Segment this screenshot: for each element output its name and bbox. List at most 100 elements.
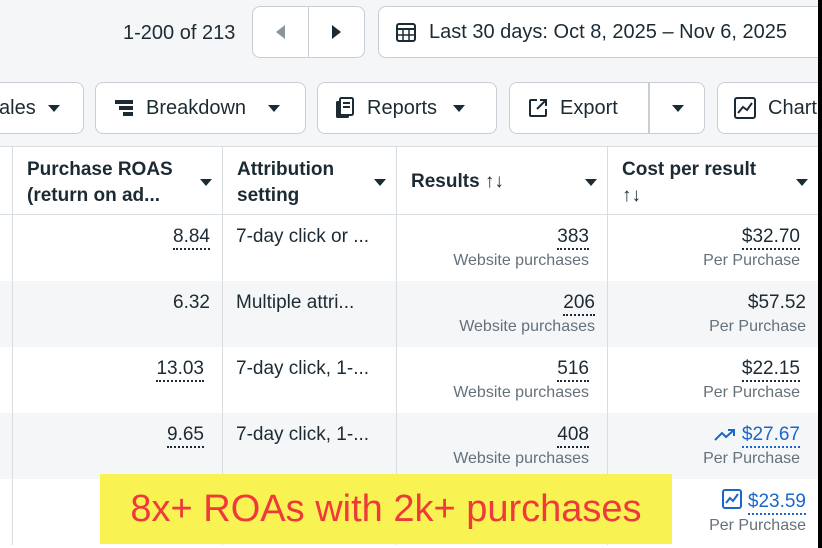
next-page-button[interactable]	[308, 6, 365, 58]
results-cell: 408 Website purchases	[397, 413, 608, 479]
table-row[interactable]: 13.03 7-day click, 1-... 516 Website pur…	[0, 347, 818, 413]
results-cell: 516 Website purchases	[397, 347, 608, 413]
roas-value: 6.32	[173, 292, 210, 313]
date-range-label: Last 30 days: Oct 8, 2025 – Nov 6, 2025	[429, 20, 788, 43]
attribution-cell: 7-day click, 1-...	[223, 347, 397, 413]
chart-line-icon	[721, 489, 742, 509]
export-options-caret-icon[interactable]	[672, 105, 684, 112]
cost-type: Per Purchase	[703, 450, 800, 467]
caret-down-icon[interactable]	[585, 179, 597, 186]
ads-manager-view: 1-200 of 213 Last 30 days: Oct 8, 2025 –…	[0, 0, 818, 548]
chevron-left-icon	[276, 25, 285, 39]
attribution-cell: Multiple attri...	[223, 281, 397, 347]
attribution-value: 7-day click or ...	[236, 226, 370, 247]
cost-type: Per Purchase	[703, 252, 800, 269]
caret-down-icon	[47, 104, 60, 112]
roas-cell: 8.84	[13, 215, 223, 281]
attribution-value: 7-day click, 1-...	[236, 424, 370, 445]
table-row[interactable]: 6.32 Multiple attri... 206 Website purch…	[0, 281, 818, 347]
attribution-cell: 7-day click or ...	[223, 215, 397, 281]
sort-icon: ↑↓	[622, 185, 641, 206]
export-label: Export	[560, 96, 618, 119]
header-label: Purchase ROAS	[27, 159, 173, 180]
roas-value[interactable]: 13.03	[156, 358, 204, 382]
results-type: Website purchases	[453, 252, 589, 269]
attribution-value: Multiple attri...	[236, 292, 355, 313]
cost-cell: $57.52 Per Purchase	[608, 281, 818, 347]
cost-value[interactable]: $27.67	[741, 424, 800, 448]
header-cell-previous	[0, 147, 13, 215]
date-range-picker[interactable]: Last 30 days: Oct 8, 2025 – Nov 6, 2025	[378, 6, 818, 58]
row-cell	[0, 215, 13, 281]
cost-value[interactable]: $23.59	[747, 491, 806, 515]
cost-type: Per Purchase	[709, 318, 806, 335]
table-toolbar: ales Breakdown Reports Export Chart	[0, 72, 818, 146]
roas-value[interactable]: 9.65	[167, 424, 204, 448]
trending-up-icon	[714, 429, 735, 441]
row-cell	[0, 413, 13, 479]
breakdown-icon	[115, 100, 133, 116]
pagination-bar: 1-200 of 213 Last 30 days: Oct 8, 2025 –…	[0, 0, 818, 72]
export-button[interactable]: Export	[509, 82, 705, 134]
header-label: Cost per result	[622, 159, 757, 180]
caret-down-icon	[453, 104, 466, 112]
results-type: Website purchases	[459, 318, 595, 335]
row-cell	[0, 479, 13, 545]
caret-down-icon[interactable]	[374, 179, 386, 186]
reports-icon	[336, 97, 354, 118]
header-cost-per-result[interactable]: Cost per result ↑↓	[608, 147, 818, 215]
previous-page-button[interactable]	[252, 6, 309, 58]
export-icon	[529, 99, 547, 117]
cost-cell: $32.70 Per Purchase	[608, 215, 818, 281]
results-type: Website purchases	[453, 450, 589, 467]
results-type: Website purchases	[453, 384, 589, 401]
roas-value[interactable]: 8.84	[173, 226, 210, 250]
header-results[interactable]: Results ↑↓	[397, 147, 608, 215]
caret-down-icon[interactable]	[796, 179, 808, 186]
attribution-cell: 7-day click, 1-...	[223, 413, 397, 479]
results-cell: 206 Website purchases	[397, 281, 608, 347]
roas-cell: 13.03	[13, 347, 223, 413]
results-cell: 383 Website purchases	[397, 215, 608, 281]
highlight-annotation: 8x+ ROAs with 2k+ purchases	[100, 474, 672, 544]
cost-cell: $22.15 Per Purchase	[608, 347, 818, 413]
results-value[interactable]: 408	[557, 424, 589, 448]
row-cell	[0, 281, 13, 347]
split-divider	[648, 83, 650, 133]
sales-label: ales	[0, 96, 36, 119]
header-label: Attribution	[237, 159, 335, 180]
table-row[interactable]: 8.84 7-day click or ... 383 Website purc…	[0, 215, 818, 281]
chevron-right-icon	[332, 25, 341, 39]
roas-cell: 9.65	[13, 413, 223, 479]
chart-label: Chart	[768, 96, 817, 119]
reports-label: Reports	[367, 96, 438, 119]
calendar-icon	[396, 23, 416, 42]
cost-value[interactable]: $32.70	[741, 226, 800, 250]
chart-icon	[734, 97, 756, 119]
cost-type: Per Purchase	[703, 384, 800, 401]
header-purchase-roas[interactable]: Purchase ROAS (return on ad...	[13, 147, 223, 215]
header-label: setting	[237, 185, 300, 206]
cost-value: $57.52	[747, 292, 806, 313]
breakdown-label: Breakdown	[146, 96, 247, 119]
caret-down-icon[interactable]	[200, 179, 212, 186]
results-value[interactable]: 383	[557, 226, 589, 250]
table-header-row: Purchase ROAS (return on ad... Attributi…	[0, 146, 818, 215]
roas-cell: 6.32	[13, 281, 223, 347]
attribution-value: 7-day click, 1-...	[236, 358, 370, 379]
cost-value[interactable]: $22.15	[741, 358, 800, 382]
caret-down-icon	[268, 104, 281, 112]
breakdown-button[interactable]: Breakdown	[95, 82, 306, 134]
results-value[interactable]: 516	[557, 358, 589, 382]
reports-button[interactable]: Reports	[317, 82, 497, 134]
table-row[interactable]: 9.65 7-day click, 1-... 408 Website purc…	[0, 413, 818, 479]
header-attribution-setting[interactable]: Attribution setting	[223, 147, 397, 215]
row-cell	[0, 347, 13, 413]
sales-dropdown-button[interactable]: ales	[0, 82, 84, 134]
pagination-range: 1-200 of 213	[123, 22, 236, 44]
chart-button[interactable]: Chart	[717, 82, 818, 134]
cost-cell: $27.67 Per Purchase	[608, 413, 818, 479]
header-label: Results ↑↓	[411, 171, 504, 192]
results-value[interactable]: 206	[563, 292, 595, 316]
header-label: (return on ad...	[27, 185, 160, 206]
